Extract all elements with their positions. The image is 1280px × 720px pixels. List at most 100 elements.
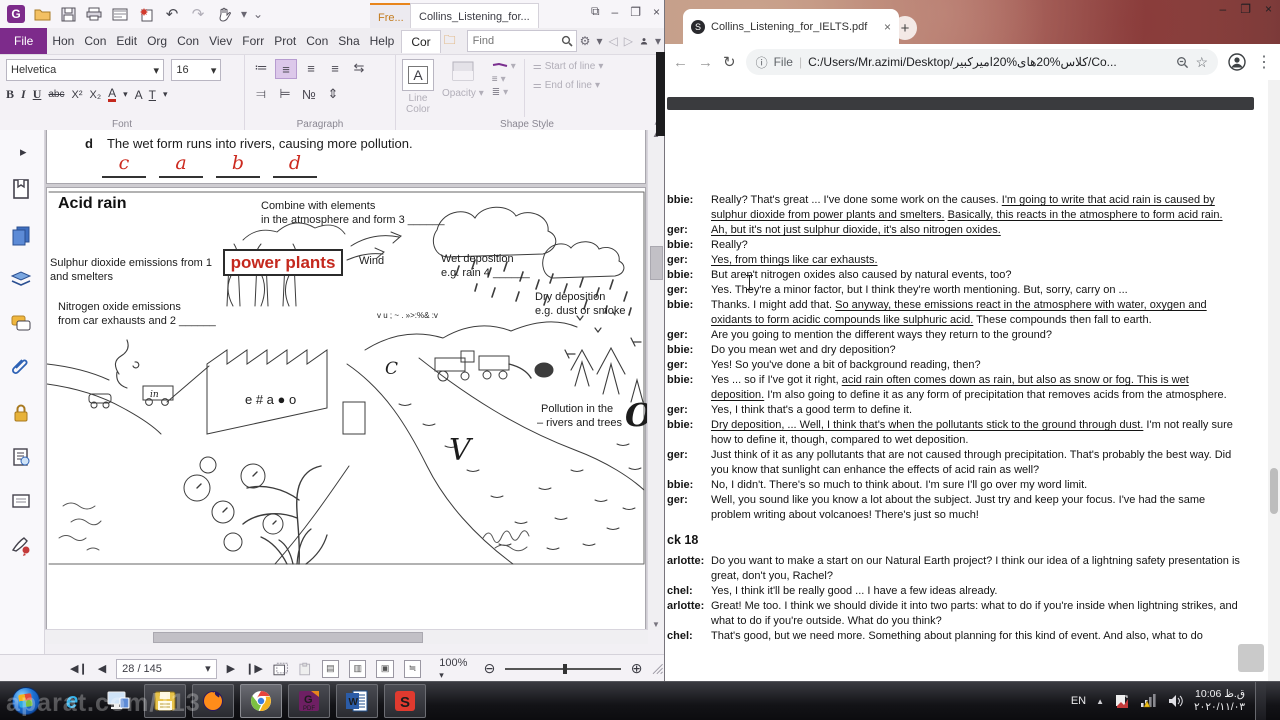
char-spacing-button[interactable]: A [135, 88, 143, 102]
font-color-dropdown[interactable]: ▾ [123, 89, 128, 100]
taskbar-word[interactable]: W [336, 684, 378, 718]
quick-access-more[interactable]: ⌄ [253, 7, 263, 21]
user-dropdown[interactable]: ▾ [655, 34, 661, 48]
maximize-button[interactable]: ❐ [1240, 2, 1251, 16]
clock[interactable]: 10:06 ق.ظ ۲۰۲۰/۱۱/۰۳ [1194, 688, 1245, 714]
zoom-slider[interactable] [505, 663, 621, 674]
menu-dots-icon[interactable]: ⋮ [1256, 52, 1272, 72]
text-style-button[interactable]: T [149, 88, 156, 102]
tab-close-icon[interactable]: × [884, 20, 891, 34]
align-center-button[interactable]: ≡ [301, 59, 321, 77]
menu-item-sha[interactable]: Sha [333, 30, 364, 52]
pdf-scroll-thumb[interactable] [1270, 468, 1278, 514]
strikethrough-button[interactable]: abc [48, 89, 64, 100]
find-prev-icon[interactable]: ◁ [608, 34, 617, 48]
line-spacing-button[interactable]: ⇕ [323, 85, 343, 103]
pages-panel-icon[interactable] [10, 224, 32, 246]
fields-panel-icon[interactable] [10, 490, 32, 512]
info-icon[interactable]: ⓘ [756, 54, 768, 71]
power-plants-textbox[interactable]: power plants [223, 249, 343, 276]
vertical-scrollbar[interactable]: ▲ ▼ [647, 130, 664, 630]
action-center-icon[interactable] [1114, 693, 1130, 709]
redo-icon[interactable]: ↷ [186, 3, 210, 25]
font-color-button[interactable]: A [108, 87, 117, 102]
first-page-button[interactable]: ◀❙ [70, 662, 88, 675]
font-family-select[interactable]: Helvetica ▾ [6, 59, 164, 81]
indent-decrease-button[interactable]: ⫤ [251, 85, 271, 103]
continuous-facing-view-button[interactable]: ≒ [403, 659, 422, 678]
gear-icon[interactable]: ⚙ [580, 34, 591, 48]
user-icon[interactable] [640, 34, 648, 48]
security-panel-icon[interactable] [10, 402, 32, 424]
line-color-button[interactable]: Line Color [402, 93, 434, 115]
taskbar-s-app[interactable]: S [384, 684, 426, 718]
menu-item-edit[interactable]: Edit [111, 30, 142, 52]
menu-item-help[interactable]: Help [365, 30, 400, 52]
layers-panel-icon[interactable] [10, 268, 32, 290]
single-page-view-button[interactable]: ▤ [321, 659, 340, 678]
zoom-slider-thumb[interactable] [563, 663, 568, 674]
browser-tab[interactable]: S Collins_Listening_for_IELTS.pdf × [683, 9, 899, 44]
back-icon[interactable]: ← [673, 54, 688, 71]
zoom-percent[interactable]: 100% ▾ [439, 657, 473, 681]
network-icon[interactable] [1140, 694, 1158, 708]
opacity-button[interactable]: Opacity ▾ [442, 88, 484, 99]
new-document-icon[interactable] [134, 3, 158, 25]
close-button[interactable]: × [653, 5, 660, 19]
numbering-button[interactable]: № [299, 85, 319, 103]
fill-shape-icon[interactable] [450, 59, 476, 83]
next-page-button[interactable]: ▶ [227, 662, 235, 675]
volume-icon[interactable] [1168, 694, 1184, 708]
gear-dropdown[interactable]: ▾ [596, 34, 602, 48]
forward-icon[interactable]: → [698, 54, 713, 71]
clipboard-icon[interactable] [298, 662, 311, 676]
line-style-icon[interactable] [492, 62, 508, 71]
panel-expand-icon[interactable]: ▸ [20, 144, 42, 166]
hscroll-thumb[interactable] [153, 632, 423, 643]
comments-panel-icon[interactable] [10, 312, 32, 334]
profile-icon[interactable] [1228, 53, 1246, 71]
taskbar-chrome[interactable] [240, 684, 282, 718]
line-weight-dropdown[interactable]: ▾ [501, 74, 506, 85]
undo-icon[interactable]: ↶ [160, 3, 184, 25]
find-next-icon[interactable]: ▷ [624, 34, 633, 48]
last-page-button[interactable]: ❙▶ [245, 662, 263, 675]
signature-panel-icon[interactable] [10, 534, 32, 556]
menu-item-forr[interactable]: Forr [237, 30, 269, 52]
italic-button[interactable]: I [21, 87, 26, 102]
menu-item-con[interactable]: Con [79, 30, 111, 52]
menu-item-con[interactable]: Con [301, 30, 333, 52]
page-number-input[interactable]: 28 / 145 ▾ [116, 658, 217, 679]
line-dash-dropdown[interactable]: ▾ [503, 87, 508, 98]
taskbar-foxit[interactable]: G PDF [288, 684, 330, 718]
close-button[interactable]: × [1265, 2, 1272, 16]
menu-item-org[interactable]: Org [142, 30, 172, 52]
indent-increase-button[interactable]: ⊨ [275, 85, 295, 103]
menu-file[interactable]: File [0, 28, 48, 54]
text-style-a-button[interactable]: A [402, 59, 434, 91]
find-book-icon[interactable]: 🗀 [444, 31, 456, 52]
vscroll-thumb[interactable] [650, 246, 663, 280]
superscript-button[interactable]: X² [71, 89, 82, 101]
new-tab-button[interactable]: + [893, 16, 917, 40]
search-icon[interactable] [561, 35, 573, 47]
doc-tab-collins[interactable]: Collins_Listening_for... [410, 3, 539, 29]
minimize-button[interactable]: – [612, 5, 619, 19]
pdf-corner-widget[interactable] [1238, 644, 1264, 672]
print-icon[interactable] [82, 3, 106, 25]
snapshot-icon[interactable] [273, 662, 288, 676]
menu-tab-comment[interactable]: Cor [401, 29, 441, 53]
bookmark-star-icon[interactable]: ☆ [1195, 54, 1208, 71]
pdf-scrollbar[interactable] [1268, 80, 1280, 682]
doc-tab-free[interactable]: Fre... [370, 3, 412, 30]
address-bar[interactable]: ⓘ File | C:/Users/Mr.azimi/Desktop/کلاس%… [745, 49, 1218, 75]
menu-item-hon[interactable]: Hon [47, 30, 79, 52]
zoom-out-button[interactable]: ⊖ [484, 660, 496, 677]
email-icon[interactable] [108, 3, 132, 25]
bookmarks-panel-icon[interactable] [10, 178, 32, 200]
show-desktop-button[interactable] [1255, 682, 1266, 720]
prev-page-button[interactable]: ◀ [98, 662, 106, 675]
menu-item-con[interactable]: Con [172, 30, 204, 52]
open-folder-icon[interactable] [30, 3, 54, 25]
foxit-app-icon[interactable]: G [4, 3, 28, 25]
